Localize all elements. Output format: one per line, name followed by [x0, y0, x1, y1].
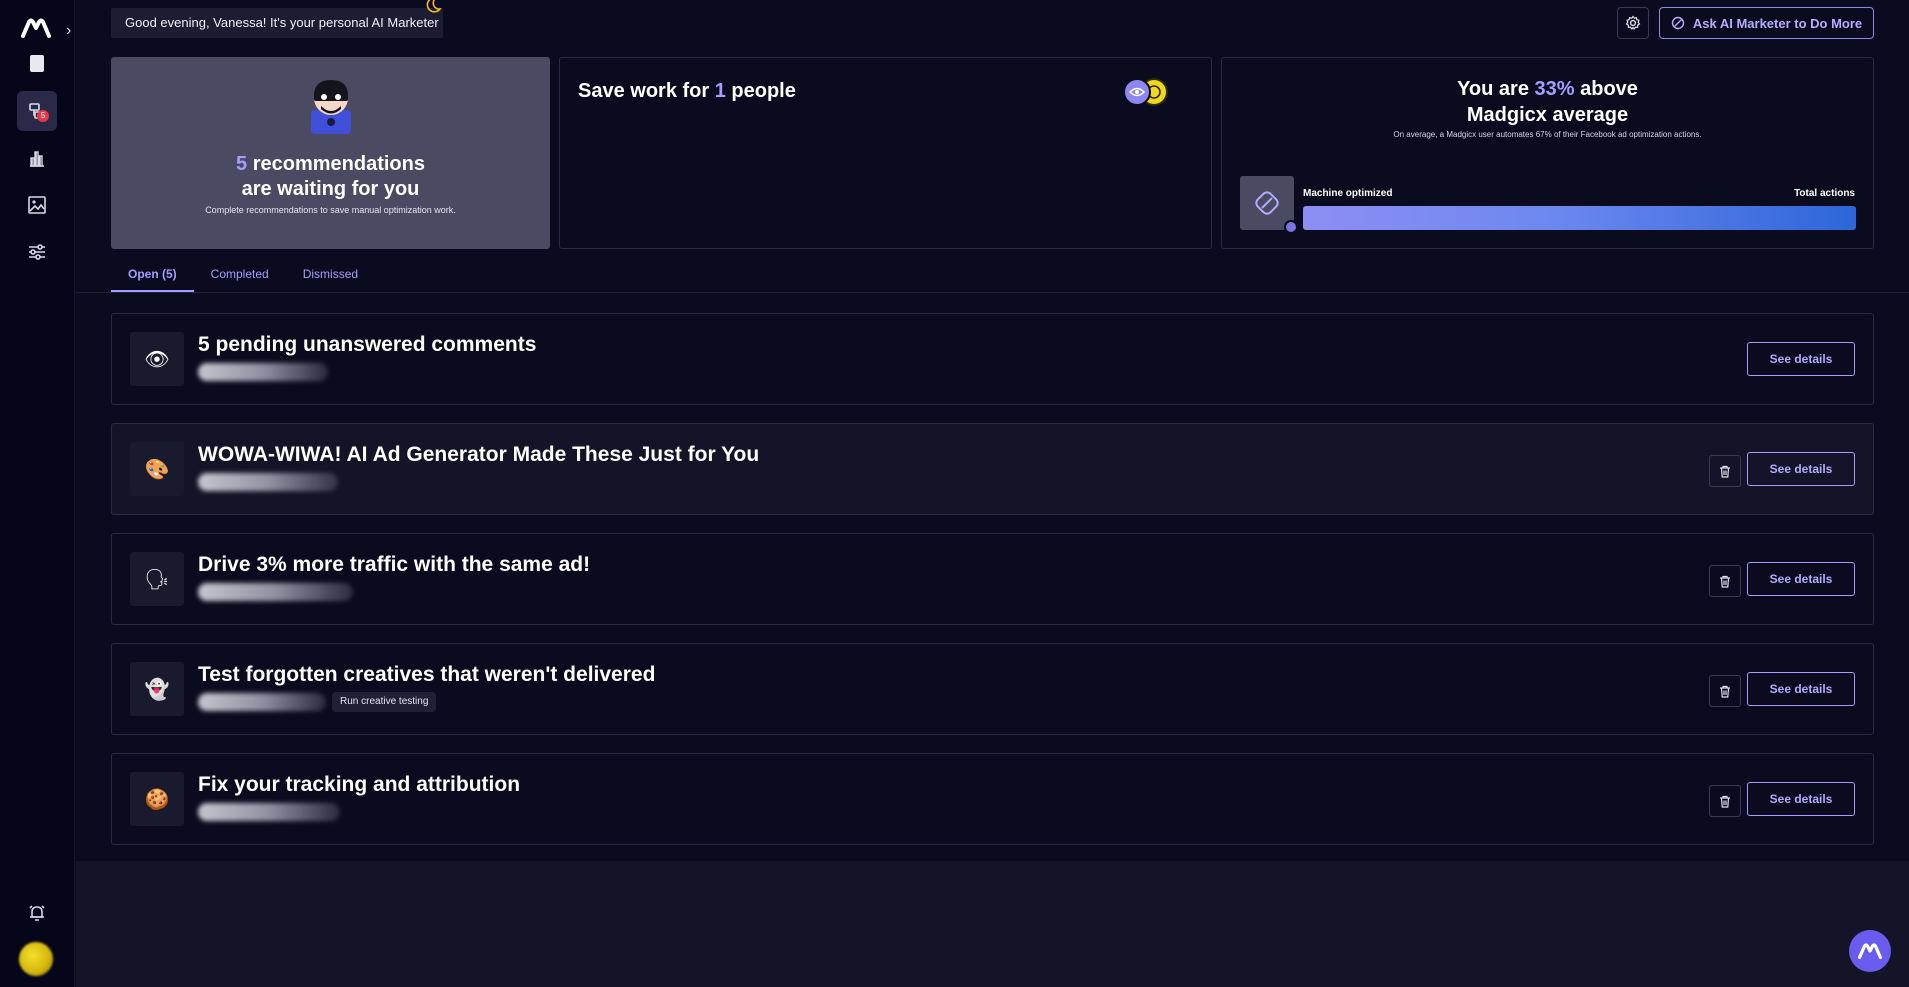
trash-icon: [1720, 465, 1730, 478]
optimization-progress-bar: [1303, 206, 1856, 230]
sidebar-item-analytics[interactable]: [17, 138, 57, 178]
recommendation-emoji-icon: 👻: [130, 662, 184, 716]
recommendation-blurred-subtitle: [198, 693, 326, 711]
recommendation-row[interactable]: 🎨 WOWA-WIWA! AI Ad Generator Made These J…: [111, 423, 1874, 515]
see-details-button[interactable]: See details: [1747, 452, 1855, 486]
avg-percent: 33%: [1534, 78, 1575, 100]
avg-line2: Madgicx average: [1466, 104, 1629, 126]
save-work-count: 1: [714, 80, 726, 102]
recommendations-headline: 5 recommendations are waiting for you: [112, 152, 549, 202]
recommendation-action-chip[interactable]: Run creative testing: [332, 692, 437, 712]
recommendation-emoji-icon: 👁: [130, 332, 184, 386]
recommendations-summary-card: 5 recommendations are waiting for you Co…: [111, 57, 550, 249]
trash-icon: [1720, 575, 1730, 588]
people-avatars: [1123, 78, 1168, 106]
recommendation-blurred-subtitle: [198, 583, 353, 601]
tabs-divider: [76, 292, 1909, 293]
recommendations-headline-line2: are waiting for you: [241, 178, 420, 200]
see-details-button[interactable]: See details: [1747, 782, 1855, 816]
above-average-headline: You are 33% above Madgicx average: [1222, 76, 1873, 128]
above-average-subtitle: On average, a Madgicx user automates 67%…: [1393, 130, 1702, 139]
recommendation-tabs: Open (5) Completed Dismissed: [111, 258, 375, 292]
sidebar-item-automation[interactable]: [17, 232, 57, 272]
recommendation-emoji-icon: 🍪: [130, 772, 184, 826]
greeting-banner: Good evening, Vanessa! It's your persona…: [111, 8, 443, 38]
ask-button-label: Ask AI Marketer to Do More: [1692, 15, 1863, 31]
sidebar-item-creatives[interactable]: [17, 185, 57, 225]
notifications-button[interactable]: [17, 893, 57, 933]
settings-button[interactable]: [1617, 7, 1649, 39]
recommendation-emoji-icon: 🗣: [130, 552, 184, 606]
recommendations-subtitle: Complete recommendations to save manual …: [205, 205, 456, 215]
save-work-suffix: people: [725, 80, 796, 102]
image-icon: [28, 196, 46, 214]
user-avatar[interactable]: [19, 942, 53, 976]
recommendation-row[interactable]: 🍪 Fix your tracking and attribution See de…: [111, 753, 1874, 845]
recommendation-blurred-subtitle: [198, 473, 338, 491]
bell-alarm-icon: [29, 905, 45, 921]
dismiss-button[interactable]: [1709, 565, 1741, 597]
total-actions-label: Total actions: [1794, 188, 1855, 199]
footer-area: [76, 861, 1909, 987]
bar-chart-icon: [30, 151, 44, 167]
notification-badge: 5: [37, 110, 49, 122]
robot-mini-icon: [1284, 220, 1298, 234]
trash-icon: [1720, 795, 1730, 808]
recommendation-title: Fix your tracking and attribution: [198, 773, 521, 796]
document-icon: [30, 55, 44, 72]
dismiss-button[interactable]: [1709, 675, 1741, 707]
chat-launcher-button[interactable]: [1849, 930, 1891, 972]
trash-icon: [1720, 685, 1730, 698]
see-details-button[interactable]: See details: [1747, 672, 1855, 706]
recommendation-title: Drive 3% more traffic with the same ad!: [198, 553, 591, 576]
recommendation-blurred-subtitle: [198, 803, 340, 821]
sidebar-item-home[interactable]: [17, 43, 57, 83]
recommendation-row[interactable]: 🗣 Drive 3% more traffic with the same ad!…: [111, 533, 1874, 625]
gear-icon: [1625, 15, 1641, 30]
save-work-prefix: Save work for: [578, 80, 715, 102]
recommendation-title: Test forgotten creatives that weren't de…: [198, 663, 656, 686]
wand-icon: [1671, 16, 1685, 30]
recommendation-blurred-subtitle: [198, 363, 328, 381]
sliders-icon: [29, 244, 45, 260]
recommendation-emoji-icon: 🎨: [130, 442, 184, 496]
above-average-card: You are 33% above Madgicx average On ave…: [1221, 57, 1874, 249]
see-details-button[interactable]: See details: [1747, 342, 1855, 376]
recommendations-count: 5: [236, 153, 248, 175]
avg-suffix: above: [1574, 78, 1638, 100]
ask-ai-marketer-button[interactable]: Ask AI Marketer to Do More: [1659, 7, 1874, 39]
tab-completed[interactable]: Completed: [194, 258, 286, 292]
recommendation-row[interactable]: 👻 Test forgotten creatives that weren't d…: [111, 643, 1874, 735]
moon-icon: [426, 0, 442, 13]
ai-marketer-mascot-icon: [311, 80, 351, 134]
tab-dismissed[interactable]: Dismissed: [286, 258, 375, 292]
avg-prefix: You are: [1457, 78, 1535, 100]
machine-optimized-label: Machine optimized: [1303, 188, 1393, 199]
dismiss-button[interactable]: [1709, 455, 1741, 487]
automation-link-icon: [1255, 191, 1279, 215]
recommendation-title: WOWA-WIWA! AI Ad Generator Made These Ju…: [198, 443, 760, 466]
madgicx-chat-icon: [1858, 943, 1882, 959]
sidebar: › 5: [0, 0, 75, 987]
madgicx-logo[interactable]: [21, 18, 51, 38]
see-details-button[interactable]: See details: [1747, 562, 1855, 596]
optimization-progress-fill: [1303, 206, 1856, 230]
machine-optimized-icon: [1240, 176, 1298, 234]
save-work-headline: Save work for 1 people: [578, 80, 796, 103]
recommendations-headline-rest: recommendations: [247, 153, 425, 175]
dismiss-button[interactable]: [1709, 785, 1741, 817]
sidebar-item-ai-marketer[interactable]: 5: [17, 91, 57, 131]
recommendation-title: 5 pending unanswered comments: [198, 333, 537, 356]
recommendation-row[interactable]: 👁 5 pending unanswered comments See detail…: [111, 313, 1874, 405]
tab-open-5[interactable]: Open (5): [111, 258, 194, 292]
save-work-card: Save work for 1 people: [559, 57, 1212, 249]
